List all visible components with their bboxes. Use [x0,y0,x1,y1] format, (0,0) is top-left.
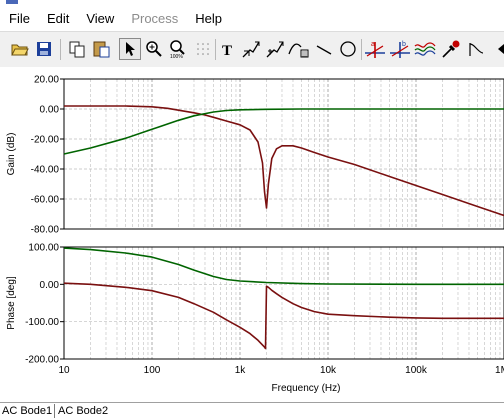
menu-file[interactable]: File [0,11,38,26]
phase-x-tick-label: 10 [58,365,70,376]
toolbar: 100% T a b [0,31,504,68]
multi-trace-icon[interactable] [414,38,436,60]
tab-ac-bode2[interactable]: AC Bode2 [56,404,110,418]
arrow-left-icon[interactable] [489,38,504,60]
gain-panel: 20.00 0.00 -20.00 -40.00 -60.00 -80.00 Gain (d… [6,75,504,236]
phase-y-tick-label: -100.00 [25,317,59,328]
curve-fit-icon[interactable] [288,38,310,60]
probe-icon[interactable] [440,38,462,60]
phase-y-axis-label: Phase [deg] [6,276,17,330]
svg-text:T: T [222,43,232,57]
phase-plot-background [64,247,504,359]
menu-help[interactable]: Help [186,11,230,26]
phase-x-tick-label: 10k [320,365,337,376]
phase-x-tick-label: 1M [495,365,504,376]
cursor-tool-2-icon[interactable] [264,38,286,60]
svg-text:a: a [371,41,375,48]
title-bar-strip [0,0,504,7]
gain-y-tick-label: -60.00 [31,195,60,206]
menu-edit[interactable]: Edit [38,11,77,26]
marker-a-icon[interactable]: a [364,38,386,60]
phase-y-tick-label: 100.00 [28,243,59,254]
toolbar-separator [60,39,61,60]
toolbar-separator [215,39,216,60]
gain-plot-background [64,79,504,229]
copy-icon[interactable] [66,38,88,60]
phase-y-tick-label: -200.00 [25,355,59,366]
svg-text:b: b [402,41,406,48]
svg-text:100%: 100% [170,54,183,58]
zoom-in-icon[interactable] [143,38,165,60]
phase-panel: 100.00 0.00 -100.00 -200.00 Phase [deg] 10 100… [6,243,504,394]
app-icon [6,0,18,4]
tab-ac-bode1[interactable]: AC Bode1 [0,404,56,418]
gain-y-tick-label: -80.00 [31,225,60,236]
zoom-100-icon[interactable]: 100% [167,38,189,60]
menu-view[interactable]: View [77,11,122,26]
gain-y-tick-label: 0.00 [40,105,60,116]
phase-x-tick-label: 1k [235,365,247,376]
bode-plot-canvas[interactable]: 20.00 0.00 -20.00 -40.00 -60.00 -80.00 Gain (d… [0,67,504,402]
toolbar-separator [361,39,362,60]
marker-b-icon[interactable]: b [389,38,411,60]
step-response-icon[interactable] [465,38,487,60]
grid-dots-icon[interactable] [192,38,214,60]
tab-bar: AC Bode1 AC Bode2 [0,402,504,418]
open-folder-icon[interactable] [9,38,31,60]
gain-y-tick-label: -40.00 [31,165,60,176]
phase-y-tick-label: 0.00 [40,280,60,291]
phase-x-tick-label: 100k [405,365,428,376]
line-tool-icon[interactable] [313,38,335,60]
gain-y-tick-label: 20.00 [34,75,59,86]
pointer-icon[interactable] [119,38,141,60]
menu-bar: File Edit View Process Help [0,7,504,30]
gain-y-tick-label: -20.00 [31,135,60,146]
save-icon[interactable] [33,38,55,60]
menu-process: Process [131,11,179,26]
text-tool-icon[interactable]: T [217,38,239,60]
gain-y-axis-label: Gain (dB) [6,133,17,176]
phase-x-tick-label: 100 [144,365,161,376]
cursor-tool-icon[interactable] [240,38,262,60]
bode-plot-area: 20.00 0.00 -20.00 -40.00 -60.00 -80.00 Gain (d… [0,67,504,402]
paste-icon[interactable] [90,38,112,60]
x-axis-label: Frequency (Hz) [272,383,341,394]
circle-tool-icon[interactable] [337,38,359,60]
